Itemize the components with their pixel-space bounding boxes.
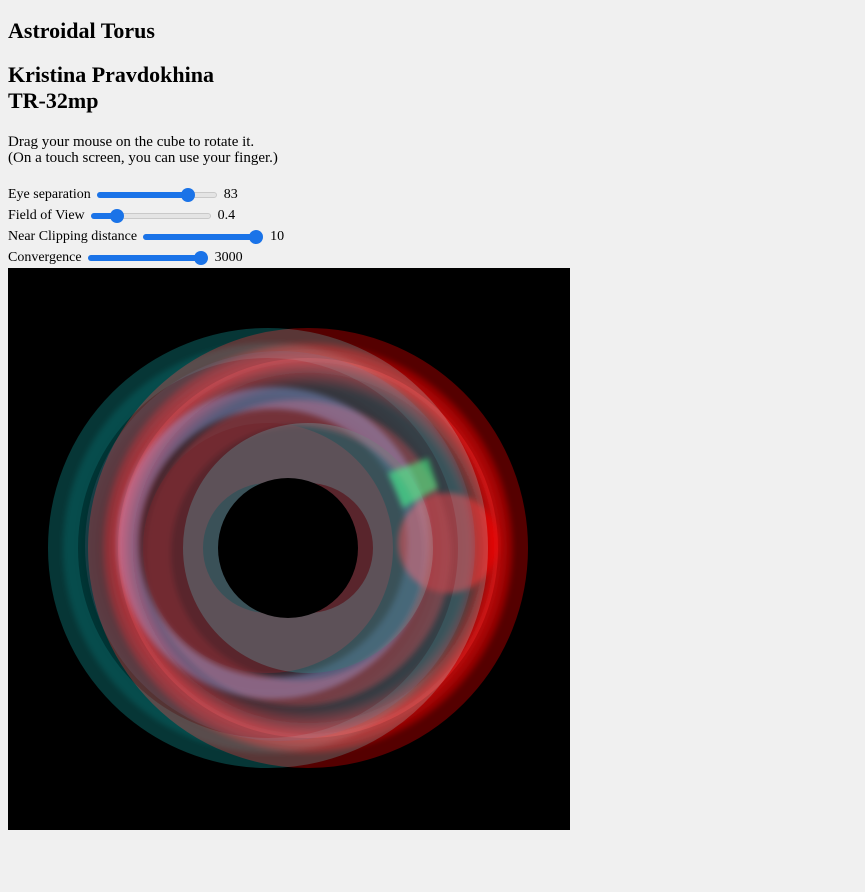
eye-separation-slider[interactable] [96,187,217,203]
author-block: Kristina Pravdokhina TR-32mp [8,62,857,114]
anaglyph-torus-canvas[interactable] [8,268,570,830]
instruction-line: Drag your mouse on the cube to rotate it… [8,134,255,150]
page: Astroidal Torus Kristina Pravdokhina TR-… [0,0,865,830]
near-clipping-label: Near Clipping distance [8,228,138,244]
field-of-view-slider[interactable] [90,208,211,224]
eye-separation-label: Eye separation [8,186,91,202]
convergence-value: 3000 [214,249,243,265]
torus-highlights [85,351,475,741]
slider-thumb[interactable] [109,208,124,223]
slider-thumb[interactable] [193,250,208,265]
slider-thumb[interactable] [180,187,195,202]
page-title: Astroidal Torus [8,18,155,43]
convergence-row: Convergence 3000 [8,247,857,268]
near-clipping-slider[interactable] [143,229,264,245]
stereo-controls: Eye separation 83 Field of View 0.4 Near… [8,184,857,268]
slider-thumb[interactable] [249,229,264,244]
field-of-view-value: 0.4 [217,207,236,223]
field-of-view-row: Field of View 0.4 [8,205,857,226]
near-clipping-value: 10 [270,228,285,244]
slider-fill [143,233,257,240]
field-of-view-label: Field of View [8,207,85,223]
near-clipping-row: Near Clipping distance 10 [8,226,857,247]
eye-separation-value: 83 [223,186,238,202]
instruction-line: (On a touch screen, you can use your fin… [8,150,278,166]
eye-separation-row: Eye separation 83 [8,184,857,205]
convergence-label: Convergence [8,249,82,265]
instructions: Drag your mouse on the cube to rotate it… [8,134,857,166]
convergence-slider[interactable] [87,250,208,266]
group-name: TR-32mp [8,88,99,113]
slider-fill [96,191,188,198]
author-name: Kristina Pravdokhina [8,62,214,87]
slider-fill [87,254,201,261]
